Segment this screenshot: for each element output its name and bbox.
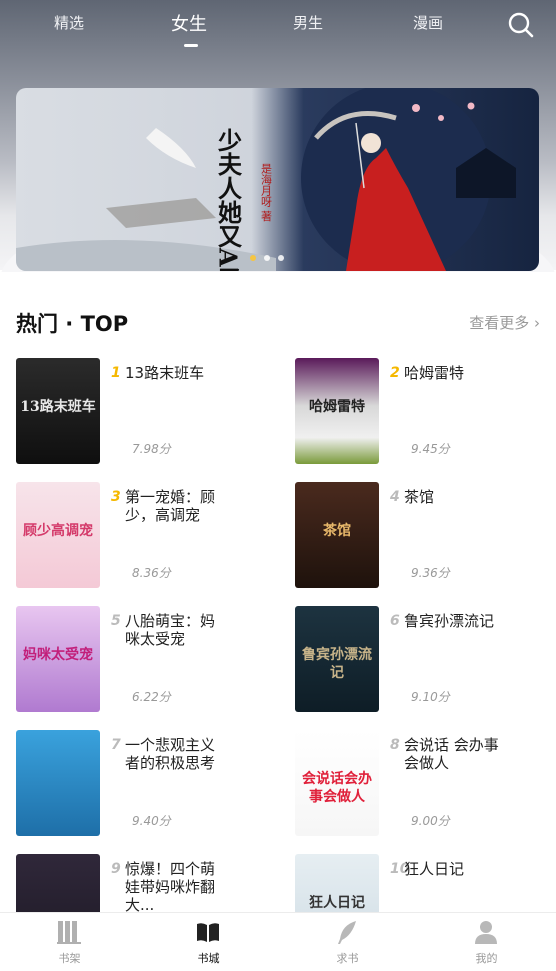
book-cover-title: 顾少高调宠 <box>23 523 93 539</box>
book-cover[interactable]: 茶馆 <box>295 482 379 588</box>
section-title: 热门 · TOP <box>16 312 129 336</box>
tab-comics[interactable]: 漫画 <box>408 12 448 33</box>
book-score: 7.98分 <box>132 442 171 456</box>
book-item[interactable]: 茶馆 4 茶馆 9.36分 <box>295 482 555 592</box>
see-more-link[interactable]: 查看更多 › <box>469 312 540 333</box>
tab-male[interactable]: 男生 <box>288 12 328 33</box>
book-score: 9.10分 <box>411 690 450 704</box>
book-rank: 5 <box>111 613 121 629</box>
book-item[interactable]: 顾少高调宠 3 第一宠婚：顾少，高调宠 8.36分 <box>16 482 276 592</box>
book-cover-title: 会说话会办事会做人 <box>302 771 372 805</box>
user-icon <box>475 921 497 944</box>
category-tabs: 精选 女生 男生 漫画 <box>0 0 556 52</box>
nav-label-profile: 我的 <box>475 952 498 965</box>
book-rank: 1 <box>111 365 121 381</box>
book-cover-title: 13路末班车 <box>20 399 96 415</box>
book-rank: 8 <box>390 737 400 753</box>
book-item[interactable]: 妈咪太受宠 5 八胎萌宝：妈咪太受宠 6.22分 <box>16 606 276 716</box>
book-cover[interactable]: 妈咪太受宠 <box>16 606 100 712</box>
book-rank: 7 <box>111 737 121 753</box>
banner-pagination <box>250 255 284 261</box>
search-icon[interactable] <box>506 10 536 40</box>
book-title: 第一宠婚：顾少，高调宠 <box>125 488 216 524</box>
book-cover-title: 哈姆雷特 <box>309 399 365 415</box>
book-score: 9.00分 <box>411 814 450 828</box>
book-rank: 4 <box>390 489 400 505</box>
book-cover[interactable]: 13路末班车 <box>16 358 100 464</box>
book-title: 八胎萌宝：妈咪太受宠 <box>125 612 216 648</box>
book-title: 茶馆 <box>404 488 435 506</box>
book-cover-title: 鲁宾孙漂流记 <box>302 647 372 681</box>
book-title: 13路末班车 <box>125 364 205 382</box>
book-score: 6.22分 <box>132 690 171 704</box>
book-cover[interactable]: 顾少高调宠 <box>16 482 100 588</box>
book-item[interactable]: 哈姆雷特 2 哈姆雷特 9.45分 <box>295 358 555 468</box>
book-item[interactable]: 鲁宾孙漂流记 6 鲁宾孙漂流记 9.10分 <box>295 606 555 716</box>
book-title: 哈姆雷特 <box>404 364 465 382</box>
book-score: 9.40分 <box>132 814 171 828</box>
book-title: 会说话 会办事 会做人 <box>404 736 499 772</box>
book-cover[interactable]: 哈姆雷特 <box>295 358 379 464</box>
tab-featured[interactable]: 精选 <box>50 12 88 33</box>
nav-item-profile[interactable]: 我的 <box>417 913 556 971</box>
banner-dot[interactable] <box>264 255 270 261</box>
book-rank: 3 <box>111 489 121 505</box>
nav-label-request: 求书 <box>336 952 359 965</box>
feather-icon <box>338 921 356 944</box>
nav-item-request[interactable]: 求书 <box>278 913 417 971</box>
nav-label-bookshelf: 书架 <box>58 952 81 965</box>
nav-label-bookstore: 书城 <box>197 952 220 965</box>
book-item[interactable]: 7 一个悲观主义者的积极思考 9.40分 <box>16 730 276 840</box>
book-cover-title: 茶馆 <box>323 523 351 539</box>
nav-item-bookstore[interactable]: 书城 <box>139 913 278 971</box>
book-title: 一个悲观主义者的积极思考 <box>125 736 216 772</box>
promo-banner[interactable]: 少夫人她又A又妖 是海月呀 著 <box>16 88 539 271</box>
book-item[interactable]: 会说话会办事会做人 8 会说话 会办事 会做人 9.00分 <box>295 730 555 840</box>
book-title: 鲁宾孙漂流记 <box>404 612 495 630</box>
book-item[interactable]: 13路末班车 1 13路末班车 7.98分 <box>16 358 276 468</box>
book-cover[interactable]: 会说话会办事会做人 <box>295 730 379 836</box>
book-rank: 9 <box>111 861 121 877</box>
svg-text:少夫人她又A又妖: 少夫人她又A又妖 <box>214 128 243 271</box>
book-score: 9.45分 <box>411 442 450 456</box>
tab-female[interactable]: 女生 <box>168 10 210 36</box>
book-rank: 2 <box>390 365 400 381</box>
book-score: 8.36分 <box>132 566 171 580</box>
tab-active-indicator <box>184 44 198 47</box>
banner-dot[interactable] <box>250 255 256 261</box>
book-cover[interactable] <box>16 730 100 836</box>
bottom-nav: 书架 书城 求书 我的 <box>0 912 556 971</box>
bookshelf-icon <box>57 921 81 944</box>
book-cover-title: 妈咪太受宠 <box>23 647 93 663</box>
book-rank: 6 <box>390 613 400 629</box>
open-book-icon <box>197 923 219 942</box>
book-title: 惊爆！四个萌娃带妈咪炸翻大... <box>125 860 216 914</box>
nav-item-bookshelf[interactable]: 书架 <box>0 913 139 971</box>
book-cover-title: 狂人日记 <box>309 895 365 911</box>
book-title: 狂人日记 <box>404 860 465 878</box>
svg-text:是海月呀 著: 是海月呀 著 <box>260 163 273 222</box>
banner-dot[interactable] <box>278 255 284 261</box>
book-score: 9.36分 <box>411 566 450 580</box>
book-cover[interactable]: 鲁宾孙漂流记 <box>295 606 379 712</box>
